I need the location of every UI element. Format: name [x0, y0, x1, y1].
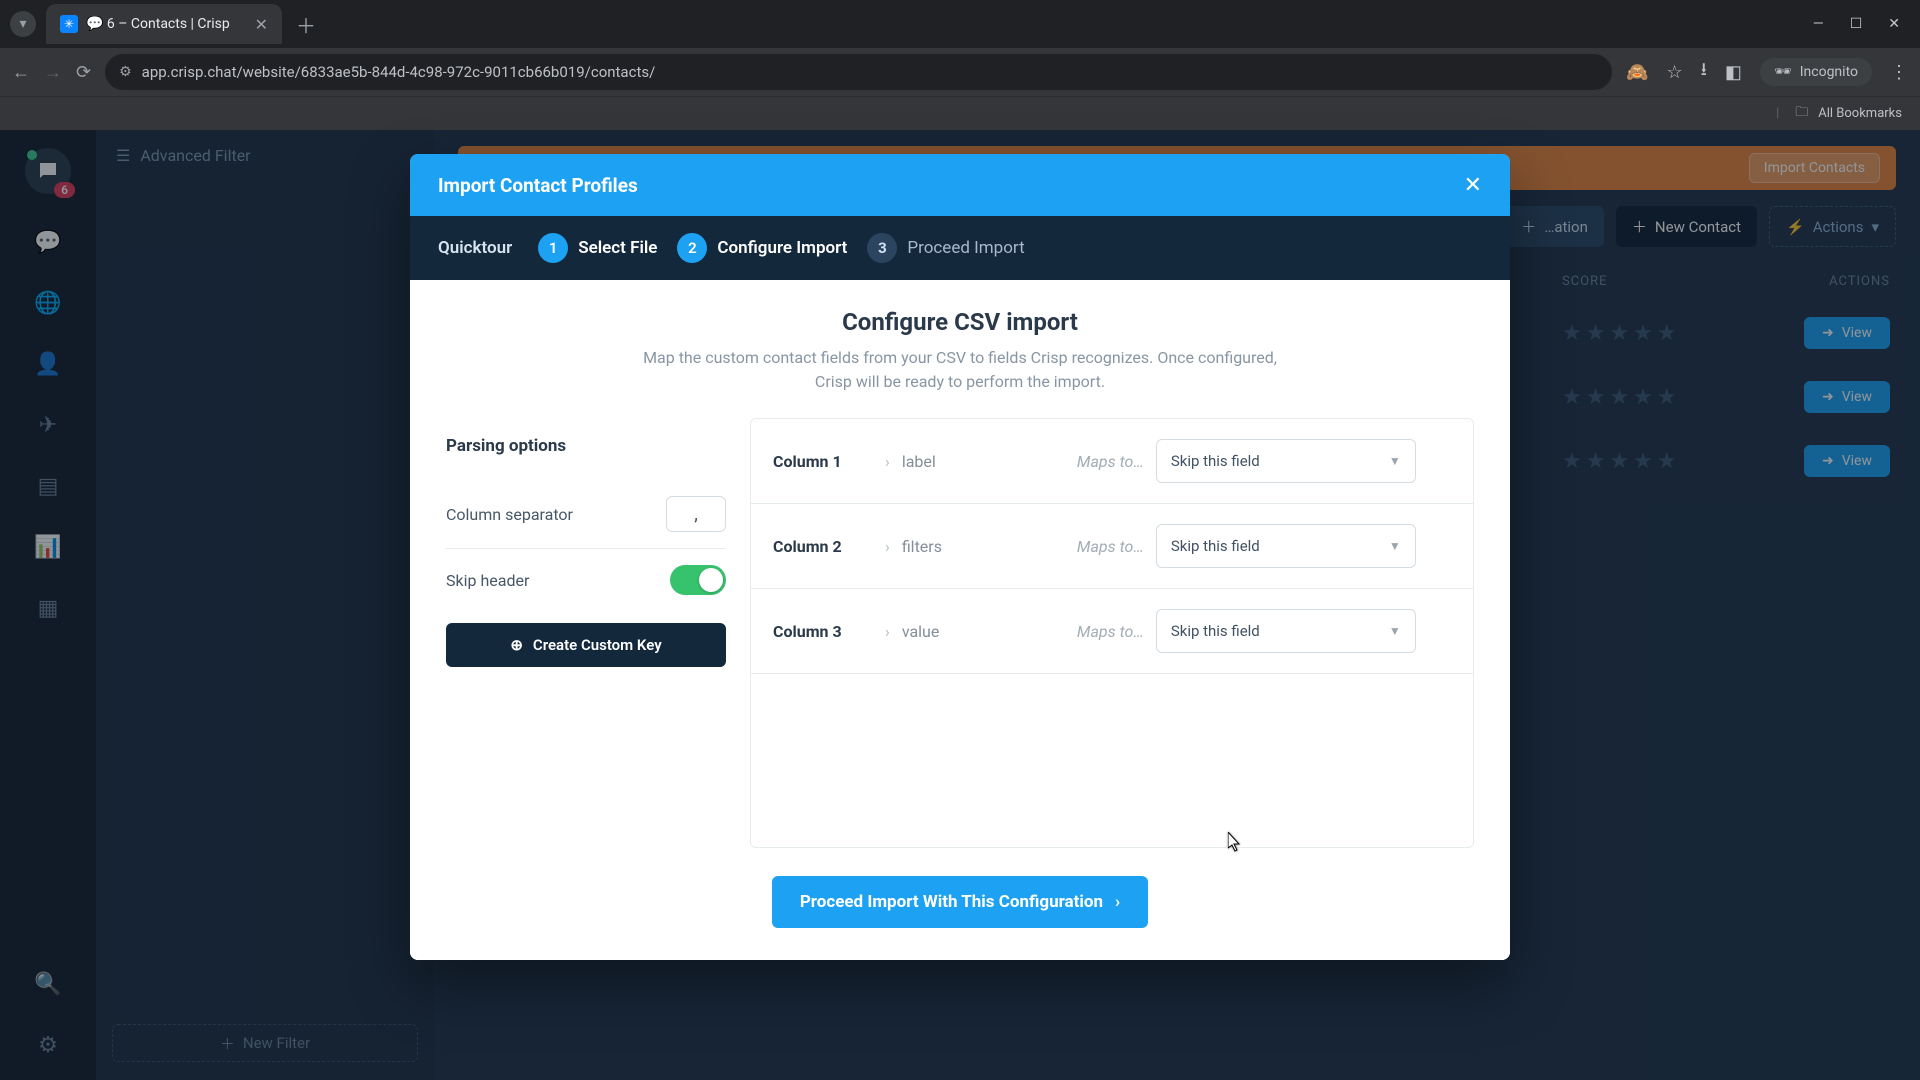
body-subtitle: Map the custom contact fields from your … [640, 346, 1280, 394]
window-close-icon[interactable]: ✕ [1888, 16, 1900, 32]
tab-favicon: ✳ [60, 15, 78, 33]
window-minimize-icon[interactable]: — [1813, 16, 1824, 32]
column-sample: value [902, 622, 1042, 641]
create-custom-key-button[interactable]: ⊕ Create Custom Key [446, 623, 726, 667]
proceed-button[interactable]: Proceed Import With This Configuration › [772, 876, 1148, 928]
column-map-row: Column 1 › label Maps to… Skip this fiel… [751, 419, 1473, 504]
incognito-badge[interactable]: 🕶 Incognito [1760, 58, 1872, 86]
chevron-right-icon: › [1115, 892, 1120, 912]
plus-circle-icon: ⊕ [510, 636, 523, 654]
browser-menu-icon[interactable]: ⋮ [1890, 62, 1908, 83]
column-name: Column 1 [773, 452, 873, 471]
incognito-label: Incognito [1800, 64, 1858, 80]
folder-icon: 🗀 [1795, 103, 1808, 125]
nav-reload-icon[interactable]: ⟳ [76, 62, 91, 83]
column-map-row: Column 2 › filters Maps to… Skip this fi… [751, 504, 1473, 589]
step-configure-import[interactable]: 2 Configure Import [677, 233, 847, 263]
modal-close-icon[interactable]: ✕ [1464, 173, 1482, 198]
column-map-row: Column 3 › value Maps to… Skip this fiel… [751, 589, 1473, 674]
import-modal: Import Contact Profiles ✕ Quicktour 1 Se… [410, 154, 1510, 960]
mapping-select[interactable]: Skip this field ▼ [1156, 439, 1416, 483]
parsing-options: Parsing options Column separator Skip he… [446, 418, 726, 848]
quicktour-link[interactable]: Quicktour [438, 238, 512, 258]
downloads-icon[interactable]: ⭳ [1701, 57, 1707, 87]
browser-titlebar: ▾ ✳ 💬 6 – Contacts | Crisp ✕ ＋ — ☐ ✕ [0, 0, 1920, 48]
chevron-down-icon: ▼ [1389, 624, 1401, 638]
eye-off-icon[interactable]: 🙈 [1626, 62, 1648, 83]
mapsto-label: Maps to… [1054, 452, 1144, 471]
column-name: Column 3 [773, 622, 873, 641]
address-url: app.crisp.chat/website/6833ae5b-844d-4c9… [142, 63, 656, 81]
skip-header-label: Skip header [446, 571, 529, 590]
browser-tab-active[interactable]: ✳ 💬 6 – Contacts | Crisp ✕ [46, 4, 282, 44]
body-title: Configure CSV import [446, 308, 1474, 336]
tab-close-icon[interactable]: ✕ [255, 15, 268, 34]
step-select-file[interactable]: 1 Select File [538, 233, 657, 263]
site-settings-icon[interactable]: ⚙ [119, 64, 132, 80]
bookmark-star-icon[interactable]: ☆ [1666, 62, 1682, 83]
mapping-select[interactable]: Skip this field ▼ [1156, 524, 1416, 568]
address-bar[interactable]: ⚙ app.crisp.chat/website/6833ae5b-844d-4… [105, 54, 1612, 90]
parsing-header: Parsing options [446, 436, 726, 456]
incognito-icon: 🕶 [1774, 64, 1792, 80]
nav-forward-icon[interactable]: → [44, 62, 62, 83]
nav-back-icon[interactable]: ← [12, 62, 30, 83]
browser-toolbar: ← → ⟳ ⚙ app.crisp.chat/website/6833ae5b-… [0, 48, 1920, 96]
panel-icon[interactable]: ◧ [1725, 62, 1742, 83]
chevron-right-icon: › [885, 452, 890, 471]
chevron-down-icon: ▼ [1389, 454, 1401, 468]
chevron-right-icon: › [885, 537, 890, 556]
modal-header: Import Contact Profiles ✕ [410, 154, 1510, 216]
modal-overlay[interactable]: Import Contact Profiles ✕ Quicktour 1 Se… [0, 130, 1920, 1080]
tab-search-button[interactable]: ▾ [10, 11, 36, 37]
all-bookmarks-button[interactable]: All Bookmarks [1818, 106, 1902, 121]
separator-input[interactable] [666, 496, 726, 532]
new-tab-button[interactable]: ＋ [296, 10, 316, 39]
modal-steps: Quicktour 1 Select File 2 Configure Impo… [410, 216, 1510, 280]
mapsto-label: Maps to… [1054, 537, 1144, 556]
window-maximize-icon[interactable]: ☐ [1850, 16, 1863, 32]
step-proceed-import: 3 Proceed Import [867, 233, 1024, 263]
column-sample: filters [902, 537, 1042, 556]
column-mapping-panel: Column 1 › label Maps to… Skip this fiel… [750, 418, 1474, 848]
app-viewport: 6 💬 🌐 👤 ✈ ▤ 📊 ▦ 🔍 ⚙ ☰ Advanced Filter ＋ … [0, 130, 1920, 1080]
separator-label: Column separator [446, 505, 573, 524]
skip-header-toggle[interactable] [670, 565, 726, 595]
column-sample: label [902, 452, 1042, 471]
column-name: Column 2 [773, 537, 873, 556]
modal-body: Configure CSV import Map the custom cont… [410, 280, 1510, 960]
bookmarks-bar: | 🗀 All Bookmarks [0, 96, 1920, 130]
chevron-down-icon: ▼ [1389, 539, 1401, 553]
chevron-right-icon: › [885, 622, 890, 641]
mapping-select[interactable]: Skip this field ▼ [1156, 609, 1416, 653]
mapsto-label: Maps to… [1054, 622, 1144, 641]
tab-title: 💬 6 – Contacts | Crisp [86, 16, 247, 32]
modal-title: Import Contact Profiles [438, 174, 638, 197]
